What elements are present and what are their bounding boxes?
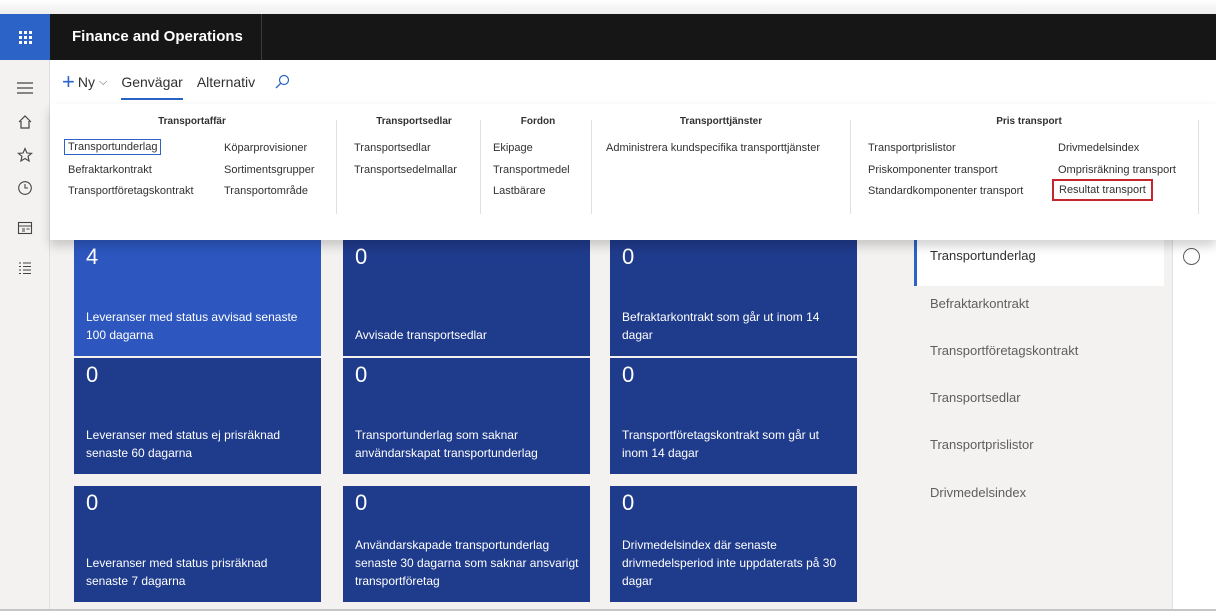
tile-anvandarskapade-underlag[interactable]: 0 Användarskapade transportunderlag sena… <box>343 486 590 602</box>
group-title: Pris transport <box>996 116 1062 127</box>
menu-group-transportsedlar: Transportsedlar Transportsedlar Transpor… <box>354 116 474 220</box>
menu-link-standardkomponenter-transport[interactable]: Standardkomponenter transport <box>868 185 1023 197</box>
tile-label: Användarskapade transportunderlag senast… <box>355 538 579 588</box>
list-icon[interactable] <box>0 253 50 283</box>
menu-link-omprisrakning-transport[interactable]: Omprisräkning transport <box>1058 164 1176 176</box>
shortcuts-menu: Transportaffär Transportunderlag Befrakt… <box>50 104 1216 240</box>
tile-label: Drivmedelsindex där senaste drivmedelspe… <box>622 538 837 588</box>
group-divider <box>850 120 851 214</box>
group-divider <box>591 120 592 214</box>
tile-count: 0 <box>355 244 368 269</box>
tile-count: 0 <box>86 490 99 515</box>
home-icon[interactable] <box>0 107 50 137</box>
list-nav-transportprislistor[interactable]: Transportprislistor <box>914 429 1164 475</box>
star-icon[interactable] <box>0 140 50 170</box>
menu-group-transportaffar: Transportaffär Transportunderlag Befrakt… <box>64 116 320 220</box>
action-pane: + Ny ⌵ Genvägar Alternativ <box>50 60 1216 104</box>
menu-link-transportforetagskontrakt[interactable]: Transportföretagskontrakt <box>68 185 194 197</box>
list-nav-befraktarkontrakt[interactable]: Befraktarkontrakt <box>914 288 1164 334</box>
tab-genvagar[interactable]: Genvägar <box>121 60 184 104</box>
list-nav-transportforetagskontrakt[interactable]: Transportföretagskontrakt <box>914 335 1164 381</box>
workspace-icon[interactable] <box>0 213 50 243</box>
tile-label: Leveranser med status avvisad senaste 10… <box>86 310 298 342</box>
menu-group-fordon: Fordon Ekipage Transportmedel Lastbärare <box>493 116 583 220</box>
tile-count: 0 <box>355 362 368 387</box>
tile-label: Avvisade transportsedlar <box>355 328 487 342</box>
menu-group-transporttjanster: Transporttjänster Administrera kundspeci… <box>606 116 836 220</box>
plus-icon: + <box>62 69 75 94</box>
list-nav-drivmedelsindex[interactable]: Drivmedelsindex <box>914 477 1164 523</box>
tile-prisraknad[interactable]: 0 Leveranser med status prisräknad senas… <box>74 486 321 602</box>
search-icon[interactable] <box>273 73 291 91</box>
group-title: Transportsedlar <box>376 116 452 127</box>
tile-count: 4 <box>86 244 99 269</box>
grid-panel <box>1172 240 1216 611</box>
workspace-list-navigation: Transportunderlag Befraktarkontrakt Tran… <box>914 240 1164 611</box>
waffle-icon[interactable] <box>0 14 50 60</box>
group-divider <box>1198 120 1199 214</box>
tile-count: 0 <box>622 244 635 269</box>
group-title: Transporttjänster <box>679 116 763 127</box>
menu-link-priskomponenter-transport[interactable]: Priskomponenter transport <box>868 164 998 176</box>
tile-label: Leveranser med status prisräknad senaste… <box>86 556 268 588</box>
group-title: Fordon <box>520 116 556 127</box>
left-navigation <box>0 60 50 611</box>
tile-ej-prisraknad[interactable]: 0 Leveranser med status ej prisräknad se… <box>74 358 321 474</box>
tile-label: Transportföretagskontrakt som går ut ino… <box>622 428 819 460</box>
group-divider <box>336 120 337 214</box>
list-nav-transportunderlag[interactable]: Transportunderlag <box>914 240 1164 286</box>
tile-label: Transportunderlag som saknar användarska… <box>355 428 538 460</box>
tile-label: Leveranser med status ej prisräknad sena… <box>86 428 281 460</box>
menu-link-drivmedelsindex[interactable]: Drivmedelsindex <box>1058 142 1139 154</box>
tile-drivmedelsindex-ej-uppdaterat[interactable]: 0 Drivmedelsindex där senaste drivmedels… <box>610 486 857 602</box>
top-navigation-bar: Finance and Operations <box>0 14 1216 60</box>
tile-count: 0 <box>622 362 635 387</box>
menu-link-transportunderlag[interactable]: Transportunderlag <box>64 139 162 155</box>
tile-count: 0 <box>355 490 368 515</box>
clock-icon[interactable] <box>0 173 50 203</box>
chevron-down-icon: ⌵ <box>98 75 108 88</box>
tile-count: 0 <box>86 362 99 387</box>
tile-transportunderlag-saknar[interactable]: 0 Transportunderlag som saknar användars… <box>343 358 590 474</box>
menu-link-ekipage[interactable]: Ekipage <box>493 142 533 154</box>
select-all-radio[interactable] <box>1183 248 1200 265</box>
tile-befraktarkontrakt-utgar[interactable]: 0 Befraktarkontrakt som går ut inom 14 d… <box>610 240 857 356</box>
menu-link-transportprislistor[interactable]: Transportprislistor <box>868 142 956 154</box>
menu-group-pris-transport: Pris transport Transportprislistor Prisk… <box>868 116 1190 220</box>
group-title: Transportaffär <box>158 116 226 127</box>
new-button-label: Ny <box>77 74 95 90</box>
list-nav-transportsedlar[interactable]: Transportsedlar <box>914 382 1164 428</box>
tile-count: 0 <box>622 490 635 515</box>
menu-link-transportsedlar[interactable]: Transportsedlar <box>354 142 431 154</box>
window-top-edge <box>0 0 1216 14</box>
new-button[interactable]: + Ny ⌵ <box>62 71 107 93</box>
menu-link-sortimentsgrupper[interactable]: Sortimentsgrupper <box>224 164 315 176</box>
tab-alternativ[interactable]: Alternativ <box>197 60 255 104</box>
menu-link-befraktarkontrakt[interactable]: Befraktarkontrakt <box>68 164 152 176</box>
menu-link-transportomrade[interactable]: Transportområde <box>224 185 308 197</box>
group-divider <box>480 120 481 214</box>
tile-label: Befraktarkontrakt som går ut inom 14 dag… <box>622 310 820 342</box>
tile-avvisade-transportsedlar[interactable]: 0 Avvisade transportsedlar <box>343 240 590 356</box>
tile-avvisade-leveranser[interactable]: 4 Leveranser med status avvisad senaste … <box>74 240 321 356</box>
menu-link-transportsedelmallar[interactable]: Transportsedelmallar <box>354 164 457 176</box>
app-title[interactable]: Finance and Operations <box>56 14 262 60</box>
menu-link-lastbarare[interactable]: Lastbärare <box>493 185 546 197</box>
tile-transportforetagskontrakt-utgar[interactable]: 0 Transportföretagskontrakt som går ut i… <box>610 358 857 474</box>
menu-link-resultat-transport[interactable]: Resultat transport <box>1052 179 1153 201</box>
menu-link-koparprovisioner[interactable]: Köparprovisioner <box>224 142 307 154</box>
menu-link-transportmedel[interactable]: Transportmedel <box>493 164 570 176</box>
menu-link-kundspecifika-transporttjanster[interactable]: Administrera kundspecifika transporttjän… <box>606 142 820 154</box>
hamburger-icon[interactable] <box>0 73 50 103</box>
